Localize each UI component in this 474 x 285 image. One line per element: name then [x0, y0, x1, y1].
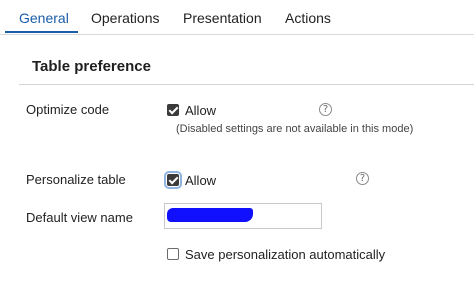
tab-bar: General Operations Presentation Actions [0, 0, 474, 36]
default-view-name-label: Default view name [26, 210, 133, 225]
active-tab-indicator [5, 31, 78, 33]
optimize-code-label: Optimize code [26, 102, 110, 117]
personalize-table-allow-label[interactable]: Allow [185, 173, 216, 188]
tab-general[interactable]: General [19, 10, 69, 26]
default-view-name-input[interactable] [164, 203, 322, 229]
optimize-code-allow-label[interactable]: Allow [185, 103, 216, 118]
optimize-code-checkbox[interactable] [167, 104, 179, 116]
section-divider [19, 84, 474, 85]
tab-presentation[interactable]: Presentation [183, 10, 262, 26]
tabs-divider [0, 34, 474, 35]
save-personalization-label[interactable]: Save personalization automatically [185, 247, 385, 262]
redaction-mark [167, 208, 253, 222]
optimize-code-hint: (Disabled settings are not available in … [176, 123, 414, 135]
personalize-table-checkbox[interactable] [164, 171, 182, 189]
question-circle-icon[interactable]: ? [356, 172, 369, 185]
section-title: Table preference [32, 58, 151, 75]
question-circle-icon[interactable]: ? [319, 103, 332, 116]
personalize-table-label: Personalize table [26, 172, 126, 187]
tab-operations[interactable]: Operations [91, 10, 159, 26]
tab-actions[interactable]: Actions [285, 10, 331, 26]
save-personalization-checkbox[interactable] [167, 248, 179, 260]
